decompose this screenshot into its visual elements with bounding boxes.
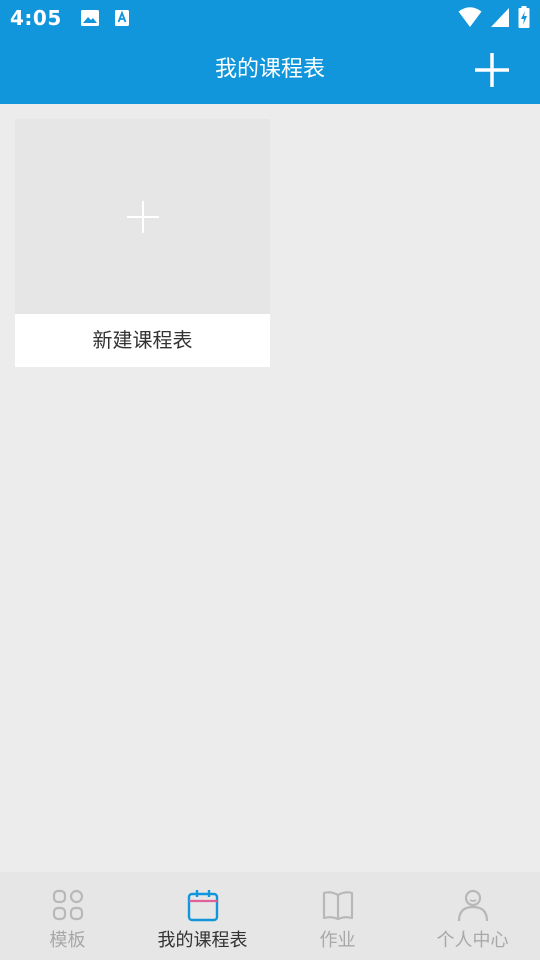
card-thumbnail bbox=[15, 119, 270, 314]
card-label: 新建课程表 bbox=[92, 328, 193, 352]
add-timetable-button[interactable] bbox=[474, 52, 510, 88]
text-a-icon bbox=[114, 10, 129, 26]
bottom-nav: 模板 我的课程表 作业 个人中心 bbox=[0, 872, 540, 960]
app-bar: 我的课程表 bbox=[0, 36, 540, 104]
status-bar: 4:05 bbox=[0, 0, 540, 36]
page-title: 我的课程表 bbox=[214, 57, 325, 82]
nav-label: 作业 bbox=[319, 930, 356, 951]
signal-icon bbox=[491, 8, 509, 27]
wifi-icon bbox=[458, 7, 482, 27]
status-notification-icons bbox=[80, 9, 130, 27]
nav-label: 我的课程表 bbox=[157, 930, 248, 951]
grid-icon bbox=[52, 889, 83, 921]
nav-label: 模板 bbox=[49, 930, 86, 951]
nav-item-profile[interactable]: 个人中心 bbox=[405, 872, 540, 960]
book-icon bbox=[322, 891, 353, 921]
timetable-list: 新建课程表 bbox=[0, 104, 540, 872]
nav-item-my-timetable[interactable]: 我的课程表 bbox=[135, 872, 270, 960]
new-timetable-card[interactable]: 新建课程表 bbox=[15, 119, 270, 367]
plus-icon bbox=[475, 53, 509, 87]
nav-item-templates[interactable]: 模板 bbox=[0, 872, 135, 960]
nav-item-homework[interactable]: 作业 bbox=[270, 872, 405, 960]
status-system-icons bbox=[458, 6, 530, 28]
person-icon bbox=[457, 889, 488, 922]
status-time: 4:05 bbox=[10, 6, 62, 30]
nav-label: 个人中心 bbox=[436, 930, 509, 951]
image-icon bbox=[80, 10, 99, 26]
plus-icon bbox=[127, 201, 159, 233]
battery-icon bbox=[518, 6, 530, 28]
calendar-icon bbox=[187, 890, 218, 922]
